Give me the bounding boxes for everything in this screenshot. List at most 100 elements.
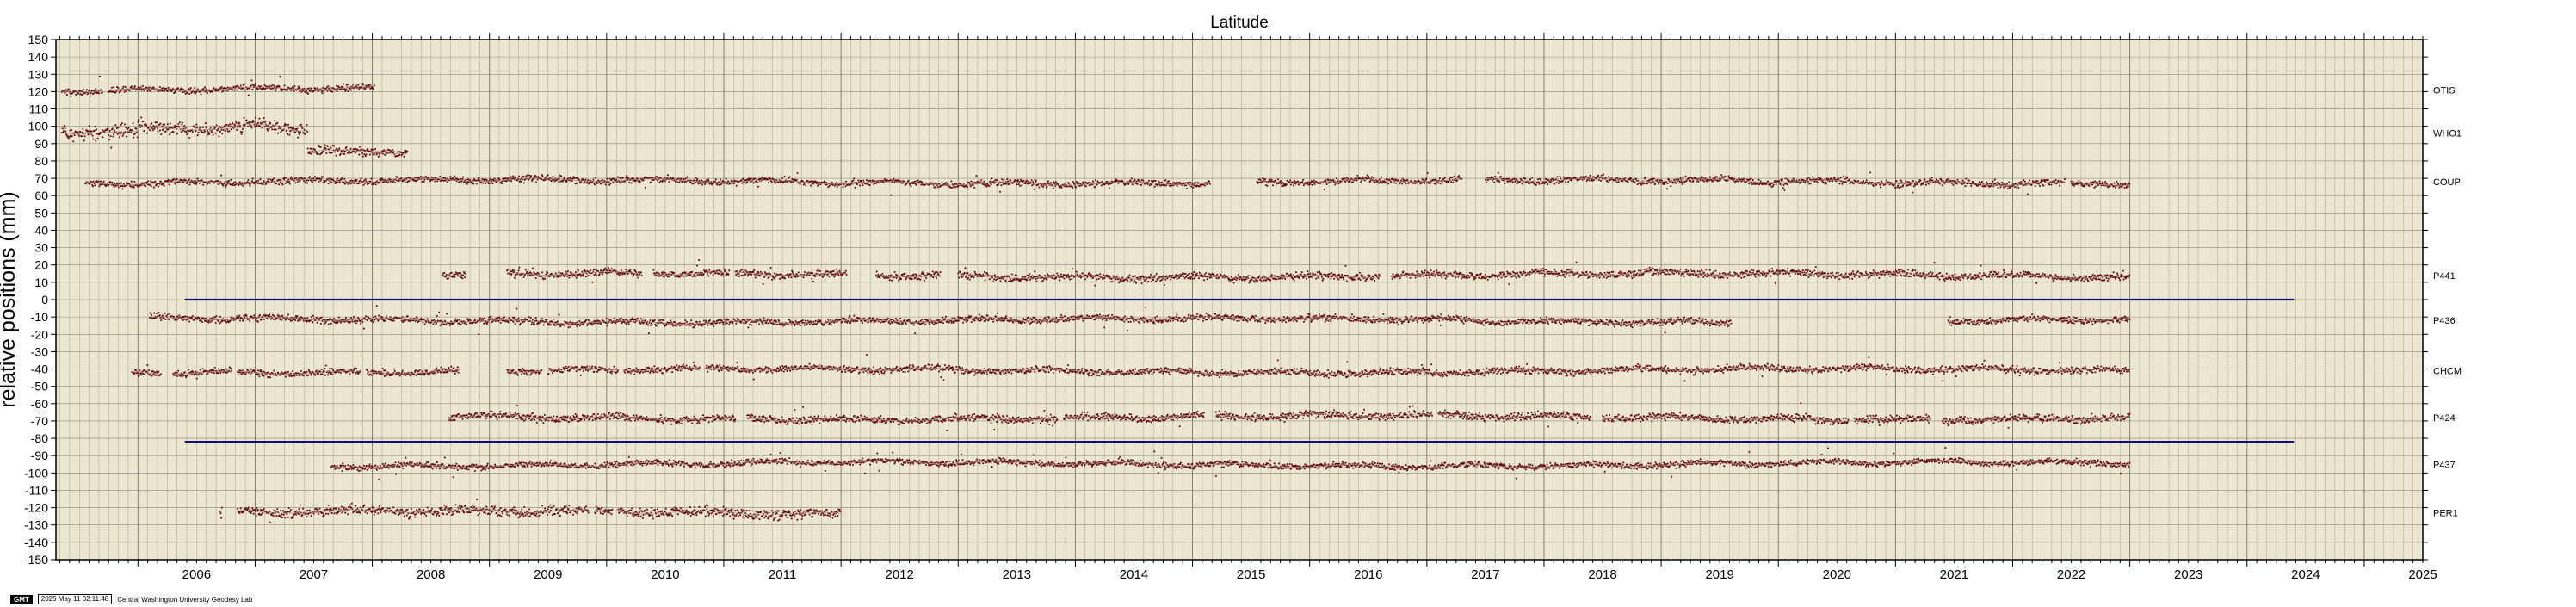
data-point: [1919, 180, 1921, 182]
data-point: [263, 117, 265, 119]
data-point: [1452, 182, 1454, 183]
data-point: [2064, 178, 2066, 180]
data-point: [707, 273, 708, 275]
data-point: [168, 87, 170, 89]
data-point: [207, 92, 208, 94]
data-point: [658, 182, 660, 183]
data-point: [372, 149, 374, 151]
data-point: [1313, 180, 1315, 182]
data-point: [405, 182, 406, 183]
data-point: [621, 181, 622, 183]
data-point: [1581, 179, 1583, 181]
data-point: [331, 91, 333, 93]
data-point: [135, 128, 137, 130]
data-point: [1912, 180, 1914, 182]
data-point: [538, 273, 540, 275]
data-point: [514, 277, 516, 279]
data-point: [1352, 181, 1354, 183]
data-point: [223, 90, 225, 91]
data-point: [1344, 177, 1345, 179]
data-point: [172, 131, 174, 133]
data-point: [195, 127, 196, 128]
data-point: [461, 277, 463, 279]
data-point: [1786, 183, 1788, 185]
data-point: [271, 128, 273, 130]
data-point: [589, 275, 590, 276]
data-point: [264, 88, 266, 90]
data-point: [1161, 182, 1163, 183]
data-point: [1643, 183, 1645, 184]
data-point: [1939, 183, 1941, 184]
data-point: [525, 269, 527, 270]
data-point: [304, 129, 306, 131]
data-point: [188, 137, 190, 139]
data-point: [1540, 179, 1541, 181]
data-point: [1896, 180, 1898, 182]
data-point: [833, 270, 835, 272]
data-point: [744, 269, 746, 271]
data-point: [627, 177, 629, 179]
data-point: [664, 177, 665, 178]
data-point: [1427, 172, 1429, 174]
data-point: [74, 134, 76, 136]
data-point: [1908, 181, 1910, 183]
data-point: [822, 276, 824, 278]
data-point: [1041, 185, 1042, 187]
data-point: [227, 86, 229, 88]
data-point: [619, 177, 621, 179]
data-point: [263, 84, 265, 86]
data-point: [701, 183, 703, 185]
data-point: [1733, 178, 1735, 180]
data-point: [304, 177, 306, 179]
data-point: [152, 125, 154, 127]
data-point: [180, 131, 182, 133]
data-point: [280, 132, 281, 133]
data-point: [306, 90, 307, 92]
data-point: [708, 269, 710, 271]
data-point: [86, 89, 88, 90]
data-point: [195, 92, 196, 94]
data-point: [304, 88, 306, 90]
data-point: [1079, 183, 1081, 184]
data-point: [691, 271, 693, 273]
data-point: [149, 129, 151, 131]
data-point: [147, 180, 149, 182]
data-point: [466, 183, 468, 185]
data-point: [1139, 180, 1140, 182]
data-point: [935, 186, 936, 188]
data-point: [1271, 179, 1273, 181]
data-point: [722, 180, 724, 182]
data-point: [444, 177, 446, 179]
data-point: [2008, 181, 2010, 183]
data-point: [530, 272, 532, 274]
data-point: [167, 90, 169, 92]
data-point: [535, 277, 537, 279]
data-point: [881, 273, 883, 275]
data-point: [423, 181, 425, 183]
data-point: [859, 184, 861, 186]
data-point: [185, 127, 187, 129]
data-point: [1861, 183, 1863, 184]
data-point: [266, 125, 268, 127]
data-point: [1793, 178, 1795, 180]
data-point: [1537, 178, 1539, 180]
data-point: [1430, 182, 1431, 183]
data-point: [512, 175, 514, 177]
data-point: [134, 85, 136, 87]
data-point: [668, 276, 670, 277]
data-point: [177, 87, 179, 89]
data-point: [891, 280, 893, 282]
data-point: [1952, 184, 1954, 186]
data-point: [578, 269, 579, 271]
data-point: [652, 177, 653, 178]
data-point: [1795, 179, 1797, 181]
data-point: [767, 273, 769, 275]
data-point: [269, 122, 271, 124]
data-point: [281, 126, 282, 127]
data-point: [255, 83, 256, 84]
data-point: [122, 135, 124, 137]
data-point: [125, 86, 127, 88]
data-point: [1600, 180, 1602, 182]
data-point: [181, 123, 182, 125]
data-point: [234, 182, 236, 183]
